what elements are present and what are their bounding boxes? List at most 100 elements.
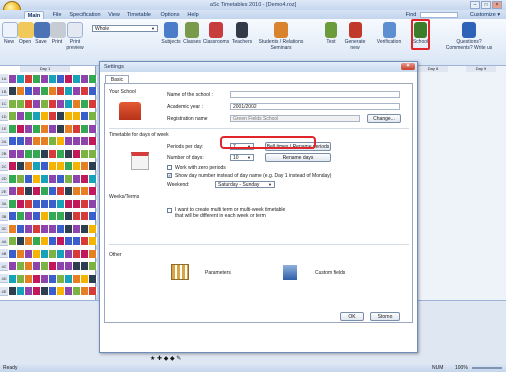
lesson-cell[interactable] [65, 137, 73, 145]
generate-button[interactable]: Generate new [342, 22, 368, 51]
lesson-cell[interactable] [65, 287, 73, 295]
lesson-cell[interactable] [17, 162, 25, 170]
lesson-cell[interactable] [89, 274, 97, 283]
subjects-button[interactable]: Subjects [160, 22, 182, 46]
lesson-cell[interactable] [57, 137, 65, 145]
save-button[interactable]: Save [34, 22, 50, 46]
lesson-cell[interactable] [57, 174, 65, 183]
lesson-cell[interactable] [81, 74, 89, 83]
lesson-cell[interactable] [89, 287, 97, 295]
lesson-cell[interactable] [57, 124, 65, 133]
lesson-cell[interactable] [81, 287, 89, 295]
lesson-cell[interactable] [41, 274, 49, 283]
students-button[interactable]: Students / Relations Seminars [256, 22, 306, 51]
lesson-cell[interactable] [49, 199, 57, 208]
lesson-cell[interactable] [41, 249, 49, 258]
lesson-cell[interactable] [89, 199, 97, 208]
lesson-cell[interactable] [25, 187, 33, 195]
lesson-cell[interactable] [41, 112, 49, 120]
lesson-cell[interactable] [41, 237, 49, 245]
school-name-input[interactable] [230, 91, 400, 98]
lesson-cell[interactable] [81, 212, 89, 220]
lesson-cell[interactable] [33, 74, 41, 83]
lesson-cell[interactable] [65, 74, 73, 83]
print-preview-button[interactable]: Print preview [66, 22, 84, 51]
lesson-cell[interactable] [81, 99, 89, 108]
lesson-cell[interactable] [89, 249, 97, 258]
lesson-cell[interactable] [17, 237, 25, 245]
lesson-cell[interactable] [41, 199, 49, 208]
lesson-cell[interactable] [65, 274, 73, 283]
lesson-cell[interactable] [49, 99, 57, 108]
zoom-slider[interactable] [472, 367, 502, 369]
lesson-cell[interactable] [57, 74, 65, 83]
lesson-cell[interactable] [25, 262, 33, 270]
test-button[interactable]: Test [324, 22, 338, 46]
ok-button[interactable]: OK [340, 312, 364, 321]
lesson-cell[interactable] [65, 249, 73, 258]
weekend-select[interactable]: Saturday - Sunday ▼ [215, 181, 275, 188]
tab-specification[interactable]: Specification [68, 11, 102, 19]
lesson-cell[interactable] [17, 87, 25, 95]
new-button[interactable]: New [2, 22, 18, 46]
lesson-cell[interactable] [89, 224, 97, 233]
lesson-cell[interactable] [9, 249, 17, 258]
lesson-cell[interactable] [89, 87, 97, 95]
lesson-cell[interactable] [65, 262, 73, 270]
lesson-cell[interactable] [73, 237, 81, 245]
lesson-cell[interactable] [81, 87, 89, 95]
lesson-cell[interactable] [73, 112, 81, 120]
lesson-cell[interactable] [81, 137, 89, 145]
lesson-cell[interactable] [65, 87, 73, 95]
lesson-cell[interactable] [41, 74, 49, 83]
lesson-cell[interactable] [17, 99, 25, 108]
lesson-cell[interactable] [57, 187, 65, 195]
lesson-cell[interactable] [57, 99, 65, 108]
lesson-cell[interactable] [81, 187, 89, 195]
view-select[interactable]: Whole ▼ [92, 25, 158, 32]
lesson-cell[interactable] [17, 249, 25, 258]
parameters-link[interactable]: Parameters [205, 270, 231, 276]
lesson-cell[interactable] [33, 274, 41, 283]
lesson-cell[interactable] [49, 274, 57, 283]
lesson-cell[interactable] [17, 287, 25, 295]
lesson-cell[interactable] [25, 287, 33, 295]
custom-fields-link[interactable]: Custom fields [315, 270, 345, 276]
lesson-cell[interactable] [73, 137, 81, 145]
lesson-cell[interactable] [9, 262, 17, 270]
lesson-cell[interactable] [25, 174, 33, 183]
lesson-cell[interactable] [17, 149, 25, 158]
classrooms-button[interactable]: Classrooms [202, 22, 230, 46]
lesson-cell[interactable] [49, 149, 57, 158]
lesson-cell[interactable] [9, 174, 17, 183]
lesson-cell[interactable] [9, 237, 17, 245]
lesson-cell[interactable] [49, 224, 57, 233]
lesson-cell[interactable] [17, 212, 25, 220]
lesson-cell[interactable] [57, 249, 65, 258]
lesson-cell[interactable] [65, 162, 73, 170]
lesson-cell[interactable] [17, 137, 25, 145]
lesson-cell[interactable] [49, 87, 57, 95]
lesson-cell[interactable] [57, 287, 65, 295]
lesson-cell[interactable] [9, 199, 17, 208]
minimize-icon[interactable]: – [470, 1, 480, 9]
lesson-cell[interactable] [81, 149, 89, 158]
lesson-cell[interactable] [49, 237, 57, 245]
print-button[interactable]: Print [50, 22, 66, 46]
lesson-cell[interactable] [41, 187, 49, 195]
lesson-cell[interactable] [41, 149, 49, 158]
lesson-cell[interactable] [41, 87, 49, 95]
lesson-cell[interactable] [81, 224, 89, 233]
lesson-cell[interactable] [9, 149, 17, 158]
lesson-cell[interactable] [9, 137, 17, 145]
lesson-cell[interactable] [25, 137, 33, 145]
lesson-cell[interactable] [33, 137, 41, 145]
lesson-cell[interactable] [25, 199, 33, 208]
tab-options[interactable]: Options [160, 11, 180, 19]
teachers-button[interactable]: Teachers [230, 22, 254, 46]
maximize-icon[interactable]: □ [481, 1, 491, 9]
lesson-cell[interactable] [65, 149, 73, 158]
lesson-cell[interactable] [65, 124, 73, 133]
lesson-cell[interactable] [17, 262, 25, 270]
lesson-cell[interactable] [89, 187, 97, 195]
